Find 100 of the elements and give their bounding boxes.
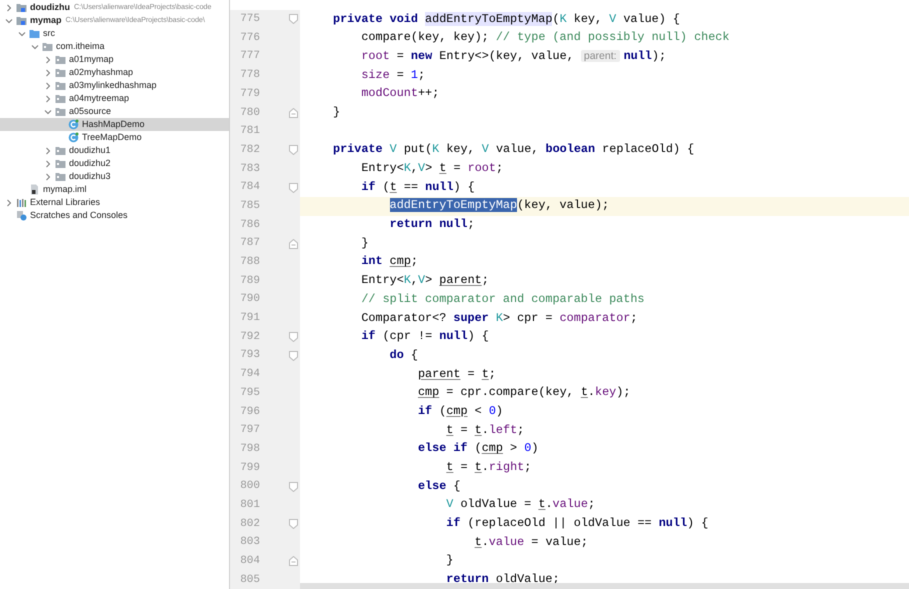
line-number: 803 xyxy=(239,535,260,550)
tree-item-label: TreeMapDemo xyxy=(82,130,142,144)
line-number: 794 xyxy=(239,367,260,382)
folder-icon xyxy=(55,54,66,65)
code-line: if (cpr != null) { xyxy=(360,328,489,346)
tree-item[interactable]: a03mylinkedhashmap xyxy=(0,79,229,92)
line-number: 799 xyxy=(239,460,260,476)
code-line: } xyxy=(360,234,368,252)
line-number: 775 xyxy=(239,12,260,28)
folder-icon xyxy=(55,171,66,182)
line-number: 776 xyxy=(239,30,260,46)
line-number: 802 xyxy=(239,516,260,532)
line-number: 778 xyxy=(239,68,260,84)
code-line: private void addEntryToEmptyMap(K key, V value) { xyxy=(333,10,680,28)
folder-icon xyxy=(55,145,66,156)
line-number: 779 xyxy=(239,86,260,102)
line-number: 789 xyxy=(239,274,260,289)
line-number: 781 xyxy=(239,124,260,140)
code-line: Entry<K,V> parent; xyxy=(360,272,489,290)
line-number: 785 xyxy=(239,198,260,214)
code-line: modCount++; xyxy=(360,85,440,102)
module-folder-icon xyxy=(16,15,27,26)
folder-icon xyxy=(55,93,66,104)
code-line: } xyxy=(445,552,454,570)
class-icon xyxy=(68,132,79,143)
tree-item[interactable]: a05source xyxy=(0,105,229,118)
line-number: 792 xyxy=(239,330,260,345)
code-line: Comparator<? super K> cpr = comparator; xyxy=(360,310,638,326)
folder-icon xyxy=(55,80,66,91)
code-line: compare(key, key); // type (and possibly null) check xyxy=(360,29,730,46)
tree-item[interactable]: com.itheima xyxy=(0,40,229,53)
code-line: if (cmp < 0) xyxy=(416,402,504,420)
line-number: 790 xyxy=(239,292,260,308)
tree-item-label: External Libraries xyxy=(30,196,100,209)
horizontal-scrollbar[interactable] xyxy=(300,583,909,589)
tree-item[interactable]: a01mymap xyxy=(0,53,229,66)
scratches-icon xyxy=(16,210,27,221)
tree-item[interactable]: External Libraries xyxy=(0,196,229,209)
chevron-down-icon[interactable] xyxy=(44,108,52,116)
line-number: 782 xyxy=(239,142,260,158)
code-line: V oldValue = t.value; xyxy=(445,496,596,514)
code-line: if (replaceOld || oldValue == null) { xyxy=(445,515,708,532)
tree-item-label: mymap xyxy=(30,14,62,27)
chevron-right-icon[interactable] xyxy=(4,4,12,12)
code-line: do { xyxy=(388,346,418,364)
tree-item-label: a03mylinkedhashmap xyxy=(69,78,157,92)
tree-item-label: HashMapDemo xyxy=(82,118,145,131)
tree-item-label: Scratches and Consoles xyxy=(30,208,128,222)
tree-item[interactable]: HashMapDemo xyxy=(0,118,229,131)
module-folder-icon xyxy=(16,2,27,13)
tree-item-label: src xyxy=(43,26,55,40)
tree-item-label: a04mytreemap xyxy=(69,92,130,105)
code-line: else { xyxy=(416,478,460,495)
code-line: parent = t; xyxy=(416,366,496,383)
code-line: // split comparator and comparable paths xyxy=(360,290,644,308)
tree-item-label: a05source xyxy=(69,104,112,118)
tree-item[interactable]: mymap.iml xyxy=(0,183,229,196)
line-number: 804 xyxy=(239,554,260,570)
tree-item-label: doudizhu1 xyxy=(69,144,111,157)
code-line: Entry<K,V> t = root; xyxy=(360,160,504,177)
tree-item-label: doudizhu2 xyxy=(69,156,111,170)
tree-item[interactable]: doudizhu3 xyxy=(0,170,229,183)
tree-item[interactable]: TreeMapDemo xyxy=(0,131,229,144)
tree-item-label: doudizhu xyxy=(30,0,70,14)
code-line: root = new Entry<>(key, value, parent: null); xyxy=(360,48,666,65)
code-line: t.value = value; xyxy=(474,534,588,551)
line-number: 800 xyxy=(239,479,260,494)
line-number: 791 xyxy=(239,311,260,326)
tree-item-label: com.itheima xyxy=(56,40,105,53)
tree-item[interactable]: a02myhashmap xyxy=(0,66,229,79)
code-line: addEntryToEmptyMap(key, value); xyxy=(388,197,610,214)
line-number: 796 xyxy=(239,404,260,420)
line-number: 801 xyxy=(239,498,260,513)
class-icon xyxy=(68,119,79,130)
tree-item[interactable]: a04mytreemap xyxy=(0,92,229,105)
code-line: if (t == null) { xyxy=(360,178,475,196)
folder-icon xyxy=(55,67,66,78)
line-number: 788 xyxy=(239,255,260,270)
folder-icon xyxy=(29,28,40,39)
tree-item-label: doudizhu3 xyxy=(69,170,111,183)
line-number: 798 xyxy=(239,442,260,457)
file-icon xyxy=(29,184,40,195)
chevron-right-icon[interactable] xyxy=(4,198,12,206)
tree-item[interactable]: Scratches and Consoles xyxy=(0,209,229,222)
code-line: else if (cmp > 0) xyxy=(416,440,538,458)
tree-item-label: a01mymap xyxy=(69,52,114,66)
line-number: 780 xyxy=(239,106,260,121)
line-number: 805 xyxy=(239,572,260,588)
tree-item[interactable]: src xyxy=(0,27,229,40)
tree-item[interactable]: doudizhu1 xyxy=(0,144,229,157)
line-number: 777 xyxy=(239,49,260,64)
code-line: cmp = cpr.compare(key, t.key); xyxy=(416,384,630,402)
line-number: 787 xyxy=(239,236,260,252)
tree-item[interactable]: doudizhu2 xyxy=(0,157,229,170)
code-line: size = 1; xyxy=(360,66,426,84)
code-line: private V put(K key, V value, boolean replaceOld) { xyxy=(333,141,694,158)
line-number: 784 xyxy=(239,180,260,196)
line-number: 786 xyxy=(239,218,260,233)
line-number: 797 xyxy=(239,423,260,438)
folder-icon xyxy=(42,41,53,52)
